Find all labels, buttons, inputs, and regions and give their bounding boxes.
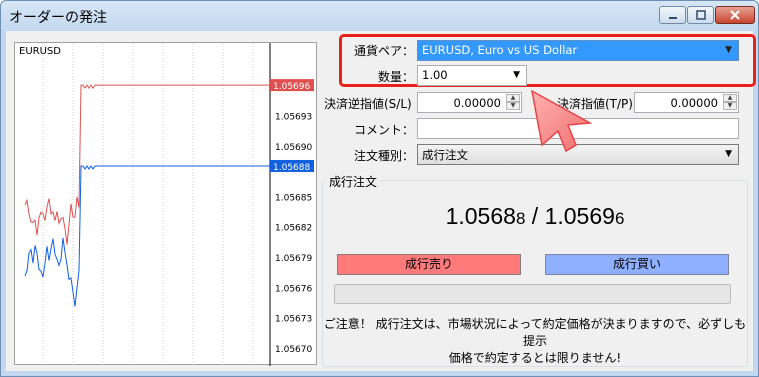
chevron-down-icon: ▼ <box>725 149 732 159</box>
ask-price-tag-text: 1.05696 <box>273 82 310 92</box>
ask-price: 1.05696 <box>544 203 625 229</box>
take-profit-stepper[interactable]: 0.00000 ▲ ▼ <box>634 92 739 113</box>
price-separator: / <box>525 203 545 229</box>
spin-up-icon[interactable]: ▲ <box>506 94 520 102</box>
take-profit-value: 0.00000 <box>670 96 718 110</box>
volume-value: 1.00 <box>422 68 448 82</box>
stop-loss-label: 決済逆指値(S/L) <box>324 97 412 111</box>
sell-by-market-button[interactable]: 成行売り <box>337 254 521 275</box>
price-tick-label: 1.05685 <box>275 193 312 203</box>
symbol-label: 通貨ペア： <box>353 44 414 58</box>
chevron-down-icon: ▼ <box>513 70 520 80</box>
minimize-icon[interactable] <box>659 6 686 24</box>
maximize-icon[interactable] <box>687 6 714 24</box>
price-tick-label: 1.05682 <box>275 224 312 234</box>
symbol-value: EURUSD, Euro vs US Dollar <box>422 43 578 57</box>
price-tick-label: 1.05673 <box>275 315 312 325</box>
tick-chart-canvas: 1.05696 1.05693 1.05690 1.05688 1.05685 1.056… <box>24 43 314 366</box>
bid-series <box>24 165 96 307</box>
symbol-select[interactable]: EURUSD, Euro vs US Dollar ▼ <box>417 40 739 61</box>
spin-down-icon[interactable]: ▼ <box>723 102 737 110</box>
stop-loss-value: 0.00000 <box>453 96 501 110</box>
price-tick-label: 1.05679 <box>275 254 312 264</box>
arrow-pointer-icon <box>530 89 593 153</box>
bid-price: 1.05688 <box>445 203 526 229</box>
title-bar[interactable]: オーダーの発注 <box>1 1 758 31</box>
comment-label: コメント： <box>353 123 414 137</box>
volume-label: 数量： <box>377 70 414 84</box>
order-type-label: 注文種別： <box>353 149 414 163</box>
tick-chart: 1.05696 1.05693 1.05690 1.05688 1.05685 1.056… <box>14 42 317 366</box>
execution-progress <box>334 284 731 304</box>
ask-series <box>24 84 96 245</box>
close-icon[interactable] <box>715 6 755 24</box>
price-tick-label: 1.05670 <box>275 345 312 355</box>
market-notice: ご注意！ 成行注文は、市場状況によって約定価格が決まりますので、必ずしも提示 価… <box>323 317 747 365</box>
chevron-down-icon: ▼ <box>725 45 732 55</box>
bid-price-tag-text: 1.05688 <box>273 163 310 173</box>
order-window: オーダーの発注 1.056961.056931.056901.056881.05… <box>0 0 759 377</box>
chart-symbol: EURUSD <box>19 46 61 57</box>
buy-by-market-button[interactable]: 成行買い <box>545 254 729 275</box>
stop-loss-stepper[interactable]: 0.00000 ▲ ▼ <box>417 92 522 113</box>
price-tick-label: 1.05693 <box>275 112 312 122</box>
order-type-value: 成行注文 <box>422 148 468 162</box>
price-display: 1.05688 / 1.05696 <box>322 203 748 230</box>
volume-field[interactable]: 1.00 ▼ <box>417 65 527 86</box>
group-title: 成行注文 <box>326 173 381 190</box>
price-tick-label: 1.05676 <box>275 284 312 294</box>
spin-down-icon[interactable]: ▼ <box>506 102 520 110</box>
price-tick-label: 1.05690 <box>275 143 312 153</box>
window-title: オーダーの発注 <box>9 10 107 26</box>
spin-up-icon[interactable]: ▲ <box>723 94 737 102</box>
dialog-client: 1.05696 1.05693 1.05690 1.05688 1.05685 1.056… <box>6 31 756 371</box>
